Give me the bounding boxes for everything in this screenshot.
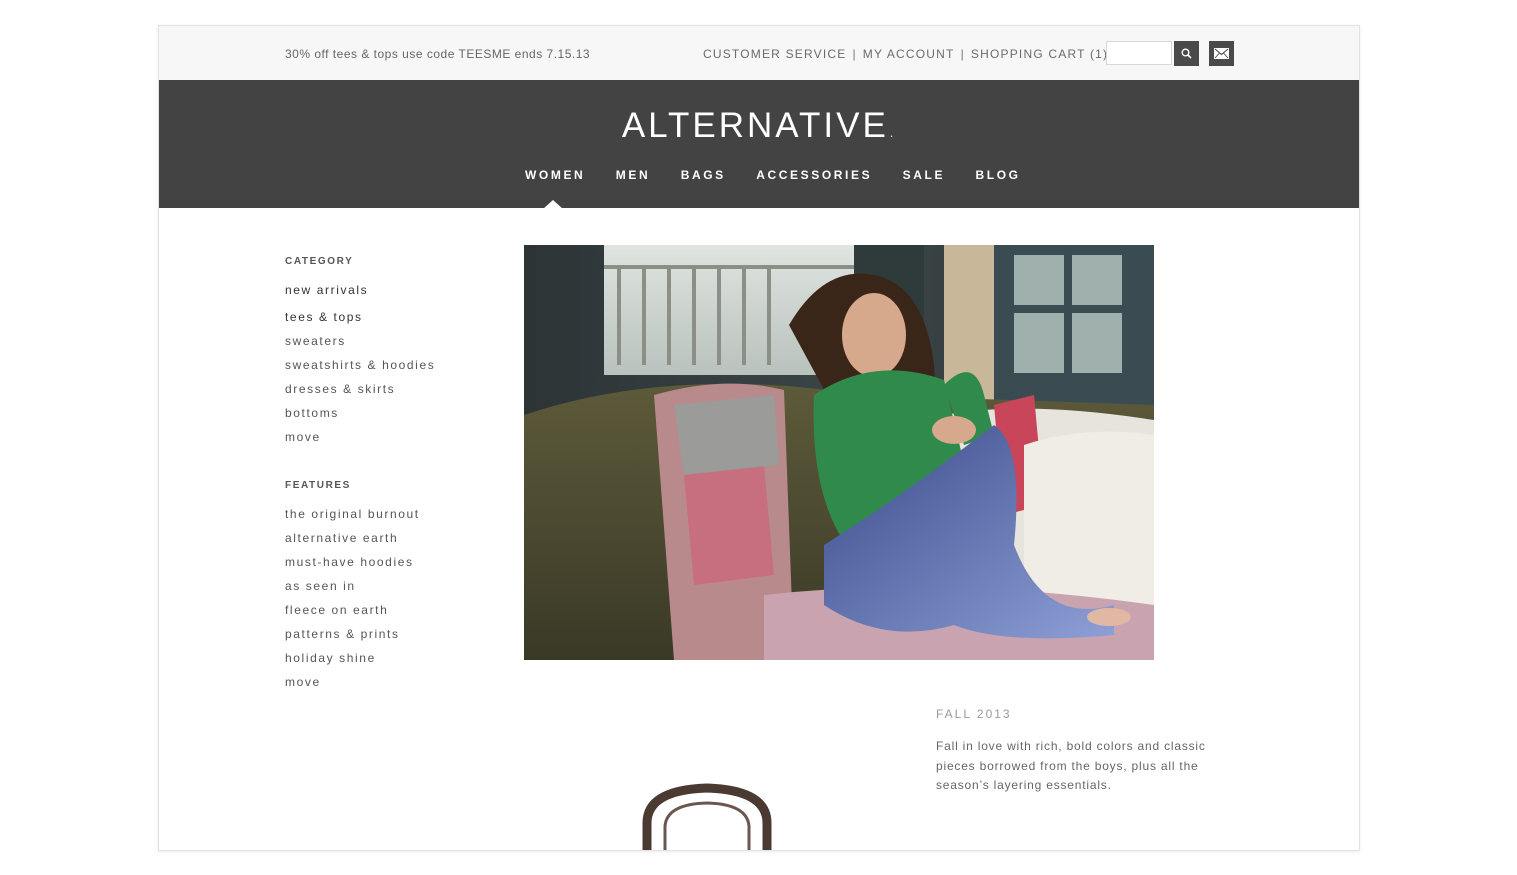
shopping-cart-link[interactable]: SHOPPING CART (1) [971, 47, 1108, 61]
list-item: new arrivals [285, 281, 435, 308]
utility-links: CUSTOMER SERVICE | MY ACCOUNT | SHOPPING CAR… [703, 47, 1108, 61]
logo-text: ALTERNATIVE [621, 106, 889, 145]
feature-fleece-on-earth[interactable]: fleece on earth [285, 603, 388, 617]
features-heading: FEATURES [285, 480, 351, 491]
list-item: tees & tops [285, 308, 435, 332]
search-button[interactable] [1174, 41, 1199, 66]
bag-product-preview[interactable] [637, 778, 777, 850]
list-item: move [285, 428, 435, 452]
site-header: ALTERNATIVE. WOMEN MEN BAGS ACCESSORIES … [159, 80, 1359, 208]
nav-men[interactable]: MEN [616, 168, 650, 182]
features-list: the original burnout alternative earth m… [285, 505, 435, 697]
category-sweaters[interactable]: sweaters [285, 334, 346, 348]
category-sweatshirts-hoodies[interactable]: sweatshirts & hoodies [285, 358, 435, 372]
separator: | [960, 47, 965, 61]
feature-move[interactable]: move [285, 675, 321, 689]
list-item: alternative earth [285, 529, 435, 553]
list-item: patterns & prints [285, 625, 435, 649]
nav-women[interactable]: WOMEN [525, 168, 585, 182]
nav-accessories[interactable]: ACCESSORIES [756, 168, 872, 182]
list-item: sweaters [285, 332, 435, 356]
feature-must-have-hoodies[interactable]: must-have hoodies [285, 555, 414, 569]
list-item: must-have hoodies [285, 553, 435, 577]
category-new-arrivals[interactable]: new arrivals [285, 283, 368, 297]
search-icon [1181, 48, 1192, 59]
list-item: move [285, 673, 435, 697]
site-logo[interactable]: ALTERNATIVE. [159, 106, 1359, 146]
sidebar: CATEGORY new arrivals tees & tops sweate… [285, 256, 435, 697]
list-item: the original burnout [285, 505, 435, 529]
category-dresses-skirts[interactable]: dresses & skirts [285, 382, 395, 396]
category-move[interactable]: move [285, 430, 321, 444]
hero-image[interactable] [524, 245, 1154, 660]
my-account-link[interactable]: MY ACCOUNT [863, 47, 955, 61]
customer-service-link[interactable]: CUSTOMER SERVICE [703, 47, 846, 61]
feature-patterns-prints[interactable]: patterns & prints [285, 627, 400, 641]
category-bottoms[interactable]: bottoms [285, 406, 339, 420]
category-tees-tops[interactable]: tees & tops [285, 310, 363, 324]
category-list: new arrivals tees & tops sweaters sweats… [285, 281, 435, 452]
list-item: holiday shine [285, 649, 435, 673]
list-item: fleece on earth [285, 601, 435, 625]
list-item: sweatshirts & hoodies [285, 356, 435, 380]
model-on-couch-photo [524, 245, 1154, 660]
nav-bags[interactable]: BAGS [681, 168, 726, 182]
season-title: FALL 2013 [936, 707, 1012, 721]
list-item: dresses & skirts [285, 380, 435, 404]
list-item: bottoms [285, 404, 435, 428]
separator: | [852, 47, 857, 61]
tote-bag-image [642, 783, 772, 850]
top-utility-bar: 30% off tees & tops use code TEESME ends… [159, 26, 1359, 80]
list-item: as seen in [285, 577, 435, 601]
feature-alternative-earth[interactable]: alternative earth [285, 531, 398, 545]
logo-mark: . [889, 126, 897, 140]
feature-original-burnout[interactable]: the original burnout [285, 507, 420, 521]
main-navigation: WOMEN MEN BAGS ACCESSORIES SALE BLOG [525, 166, 1047, 184]
active-nav-indicator [543, 200, 563, 209]
feature-holiday-shine[interactable]: holiday shine [285, 651, 376, 665]
page-frame: 30% off tees & tops use code TEESME ends… [158, 25, 1360, 851]
season-description: Fall in love with rich, bold colors and … [936, 739, 1206, 792]
category-heading: CATEGORY [285, 256, 354, 267]
envelope-icon [1214, 48, 1229, 59]
nav-sale[interactable]: SALE [903, 168, 945, 182]
feature-as-seen-in[interactable]: as seen in [285, 579, 356, 593]
promo-banner[interactable]: 30% off tees & tops use code TEESME ends… [285, 47, 590, 61]
search-input[interactable] [1106, 41, 1172, 65]
nav-blog[interactable]: BLOG [976, 168, 1021, 182]
newsletter-button[interactable] [1209, 41, 1234, 66]
